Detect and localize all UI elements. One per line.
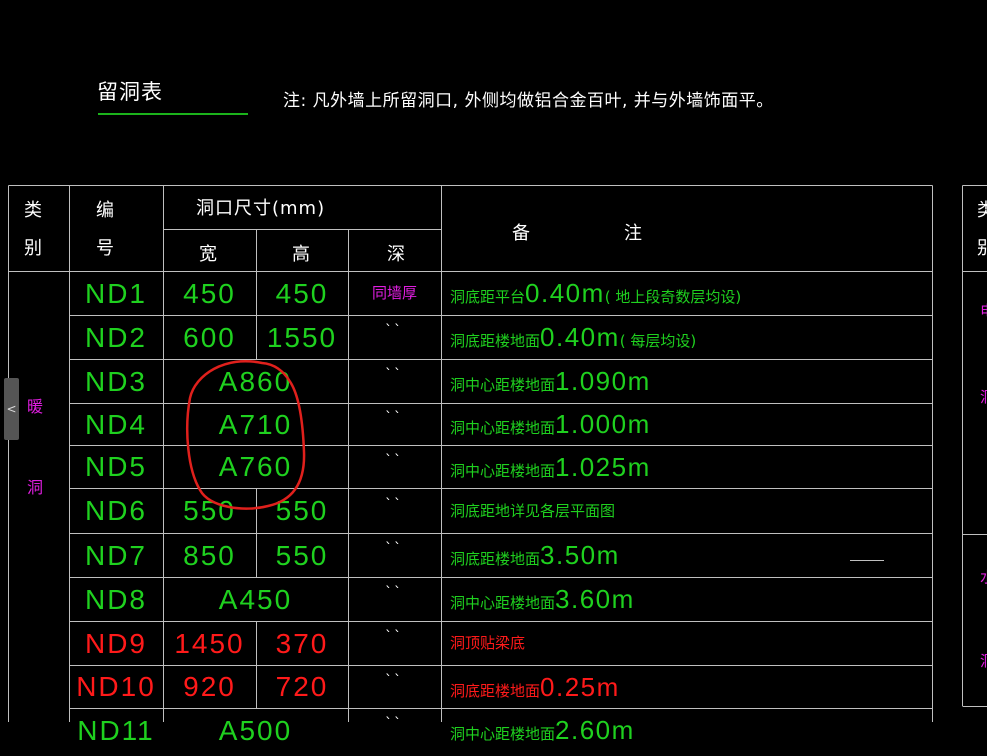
- side-panel-toggle[interactable]: <: [4, 378, 19, 440]
- red-annotation-circle: [185, 360, 306, 510]
